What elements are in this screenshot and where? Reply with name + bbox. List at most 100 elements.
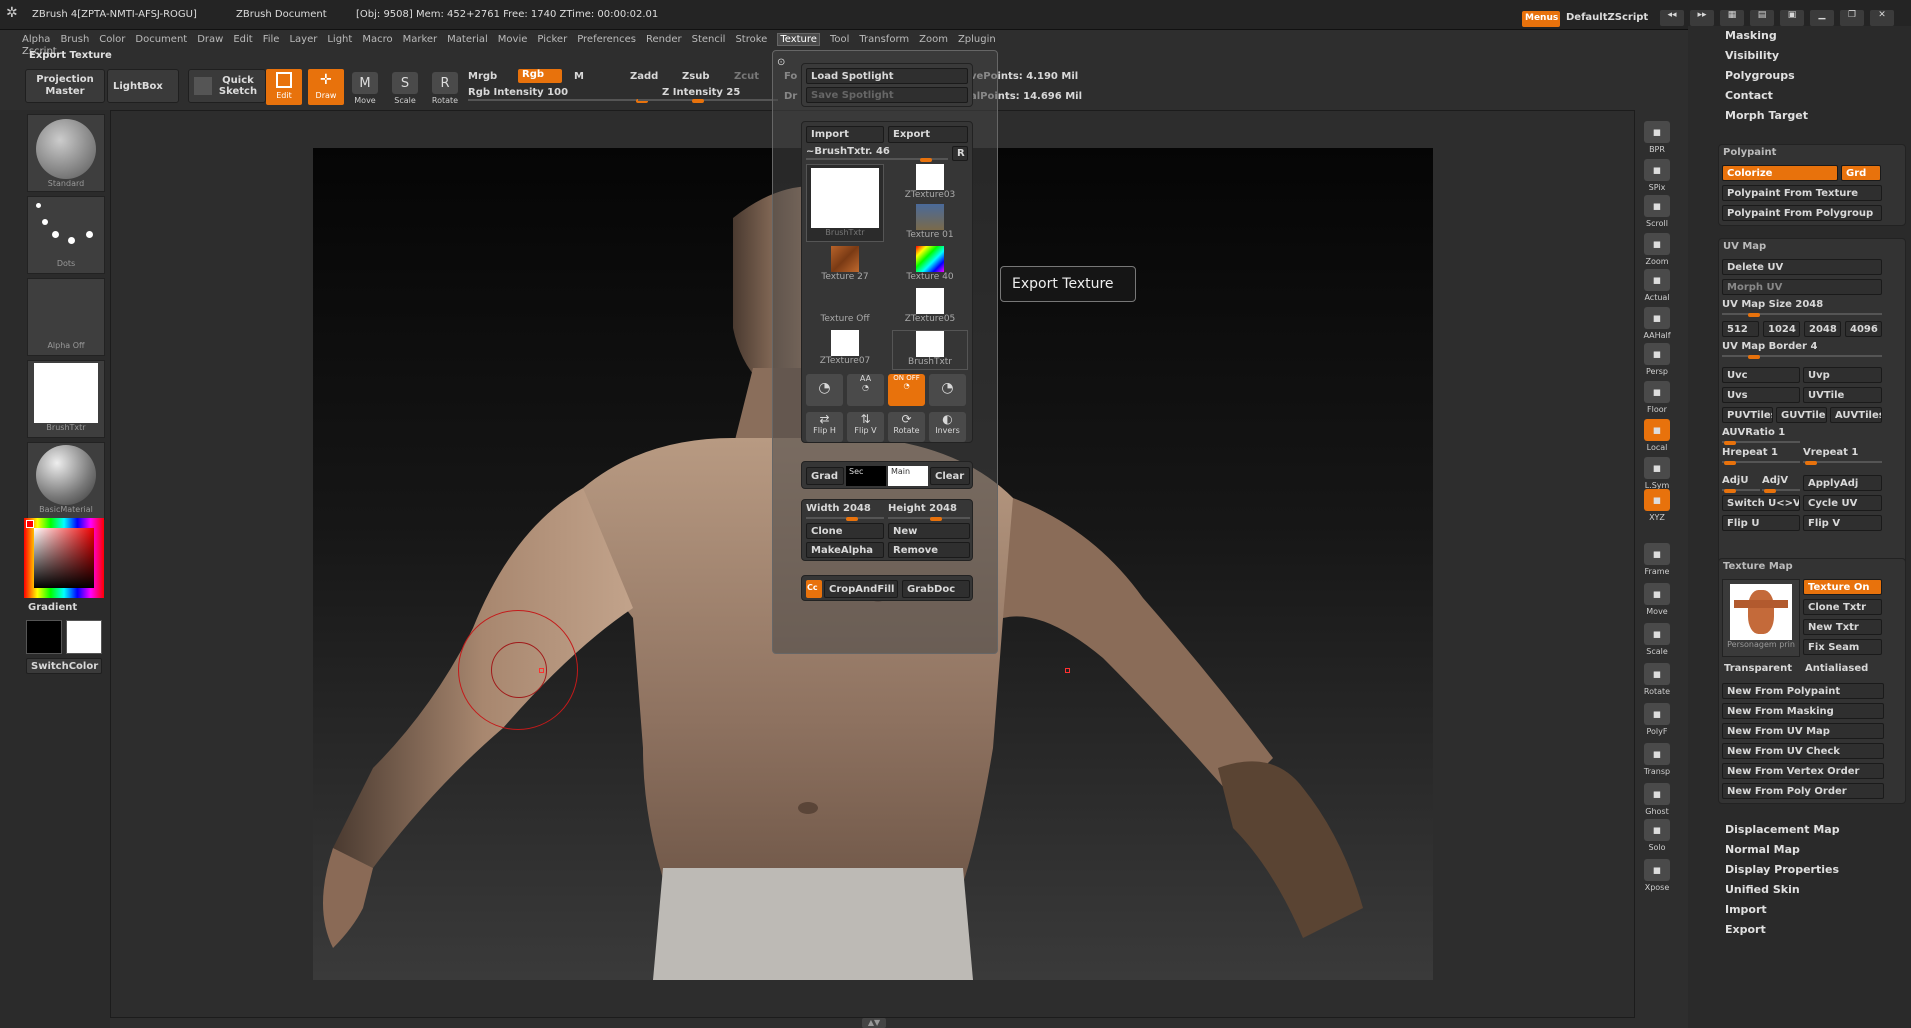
height-slider[interactable]: Height 2048 <box>888 503 970 521</box>
arrows-right-icon[interactable]: ▸▸ <box>1690 10 1714 26</box>
clone-button[interactable]: Clone <box>806 523 884 539</box>
lightbox-button[interactable]: LightBox <box>107 69 179 103</box>
hrepeat-knob[interactable] <box>1724 461 1736 465</box>
onoff-mode-icon[interactable]: ON OFF ◔ <box>888 374 925 406</box>
view-bpr-button[interactable]: ▪ BPR <box>1640 118 1674 154</box>
new-from-poly-order-button[interactable]: New From Poly Order <box>1722 783 1884 799</box>
menu-texture[interactable]: Texture <box>777 33 820 46</box>
lock-icon[interactable]: ▣ <box>1780 10 1804 26</box>
layout-icon[interactable]: ▦ <box>1720 10 1744 26</box>
remove-button[interactable]: Remove <box>888 542 970 558</box>
rgb-intensity-slider[interactable]: Rgb Intensity 100 <box>468 87 648 103</box>
menu-preferences[interactable]: Preferences <box>577 34 636 45</box>
new-from-vertex-order-button[interactable]: New From Vertex Order <box>1722 763 1884 779</box>
texture-on-button[interactable]: Texture On <box>1803 579 1882 595</box>
z-intensity-slider[interactable]: Z Intensity 25 <box>638 87 778 103</box>
new-button[interactable]: New <box>888 523 970 539</box>
menu-transform[interactable]: Transform <box>859 34 909 45</box>
zsub-toggle[interactable]: Zsub <box>682 71 709 82</box>
r-button[interactable]: R <box>952 146 968 161</box>
auvratio-knob[interactable] <box>1724 441 1736 445</box>
material-thumb[interactable]: BasicMaterial <box>27 442 105 520</box>
secondary-color-swatch[interactable] <box>66 620 102 654</box>
auvratio-slider[interactable]: AUVRatio 1 <box>1722 427 1800 445</box>
menu-tool[interactable]: Tool <box>830 34 849 45</box>
view-aahalf-button[interactable]: ▪ AAHalf <box>1640 304 1674 340</box>
view-frame-button[interactable]: ▪ Frame <box>1640 540 1674 576</box>
uvtile-button[interactable]: UVTile <box>1803 387 1882 403</box>
sec-color-swatch[interactable]: Sec <box>846 466 886 486</box>
texture-thumb-brushtxtr-2[interactable]: BrushTxtr <box>892 330 968 370</box>
menu-light[interactable]: Light <box>327 34 352 45</box>
arrows-left-icon[interactable]: ◂◂ <box>1660 10 1684 26</box>
uv-size-512-button[interactable]: 512 <box>1722 321 1759 337</box>
auvtiles-button[interactable]: AUVTiles <box>1830 407 1882 423</box>
flip-v-uv-button[interactable]: Flip V <box>1803 515 1882 531</box>
texture-thumb-ztexture03[interactable]: ZTexture03 <box>892 164 968 202</box>
subpalette-morph-target[interactable]: Morph Target <box>1725 106 1905 126</box>
subpalette-unified-skin[interactable]: Unified Skin <box>1725 880 1905 900</box>
m-toggle[interactable]: M <box>574 71 584 82</box>
grad-button[interactable]: Grad <box>806 467 844 485</box>
cycle-uv-button[interactable]: Cycle UV <box>1803 495 1882 511</box>
new-from-polypaint-button[interactable]: New From Polypaint <box>1722 683 1884 699</box>
view-solo-button[interactable]: ▪ Solo <box>1640 816 1674 852</box>
grab-doc-button[interactable]: GrabDoc <box>902 580 970 598</box>
brush-texture-knob[interactable] <box>920 158 932 162</box>
uv-map-size-knob[interactable] <box>1748 313 1760 317</box>
texture-thumb-texture27[interactable]: Texture 27 <box>806 246 884 286</box>
mrgb-toggle[interactable]: Mrgb <box>468 71 497 82</box>
pin-icon[interactable]: ⊙ <box>777 57 785 68</box>
menus-button[interactable]: Menus <box>1522 11 1560 27</box>
view-polyf-button[interactable]: ▪ PolyF <box>1640 700 1674 736</box>
subpalette-display-properties[interactable]: Display Properties <box>1725 860 1905 880</box>
switch-color-button[interactable]: SwitchColor <box>26 658 102 674</box>
texture-thumb-texture01[interactable]: Texture 01 <box>892 204 968 242</box>
new-from-uv-check-button[interactable]: New From UV Check <box>1722 743 1884 759</box>
minimize-icon[interactable]: ▁ <box>1810 10 1834 26</box>
height-knob[interactable] <box>930 517 942 521</box>
width-slider[interactable]: Width 2048 <box>806 503 884 521</box>
view-xpose-button[interactable]: ▪ Xpose <box>1640 856 1674 892</box>
make-alpha-button[interactable]: MakeAlpha <box>806 542 884 558</box>
morph-uv-button[interactable]: Morph UV <box>1722 279 1882 295</box>
export-button[interactable]: Export <box>888 126 968 143</box>
subpalette-polygroups[interactable]: Polygroups <box>1725 66 1905 86</box>
polypaint-from-polygroup-button[interactable]: Polypaint From Polygroup <box>1722 205 1882 221</box>
menu-picker[interactable]: Picker <box>537 34 567 45</box>
menu-draw[interactable]: Draw <box>197 34 223 45</box>
uvp-button[interactable]: Uvp <box>1803 367 1882 383</box>
projection-master-button[interactable]: Projection Master <box>25 69 105 103</box>
view-transp-button[interactable]: ▪ Transp <box>1640 740 1674 776</box>
view-rotate-button[interactable]: ▪ Rotate <box>1640 660 1674 696</box>
guvtiles-button[interactable]: GUVTiles <box>1776 407 1827 423</box>
gauge-mode-icon[interactable]: ◔ <box>806 374 843 406</box>
load-spotlight-button[interactable]: Load Spotlight <box>806 68 968 84</box>
color-picker[interactable] <box>24 518 104 598</box>
texture-thumb[interactable]: BrushTxtr <box>27 360 105 438</box>
adju-slider[interactable]: AdjU <box>1722 475 1760 493</box>
clone-txtr-button[interactable]: Clone Txtr <box>1803 599 1882 615</box>
rotate-texture-button[interactable]: ⟳ Rotate <box>888 412 925 442</box>
new-from-masking-button[interactable]: New From Masking <box>1722 703 1884 719</box>
grd-button[interactable]: Grd <box>1841 165 1881 181</box>
main-color-swatch[interactable]: Main <box>888 466 928 486</box>
aa-mode-icon[interactable]: AA ◔ <box>847 374 884 406</box>
menu-document[interactable]: Document <box>135 34 187 45</box>
texture-map-thumb[interactable]: Personagem prin <box>1722 579 1800 657</box>
brush-thumb[interactable]: Standard <box>27 114 105 192</box>
view-persp-button[interactable]: ▪ Persp <box>1640 340 1674 376</box>
menu-file[interactable]: File <box>263 34 280 45</box>
view-spix-button[interactable]: ▪ SPix <box>1640 156 1674 192</box>
uvc-button[interactable]: Uvc <box>1722 367 1800 383</box>
subpalette-contact[interactable]: Contact <box>1725 86 1905 106</box>
texture-thumb-ztexture07[interactable]: ZTexture07 <box>806 330 884 370</box>
uvs-button[interactable]: Uvs <box>1722 387 1800 403</box>
uv-size-2048-button[interactable]: 2048 <box>1804 321 1841 337</box>
wave-mode-icon[interactable]: ◔ <box>929 374 966 406</box>
import-button[interactable]: Import <box>806 126 884 143</box>
fix-seam-button[interactable]: Fix Seam <box>1803 639 1882 655</box>
close-icon[interactable]: ✕ <box>1870 10 1894 26</box>
menu-stroke[interactable]: Stroke <box>735 34 767 45</box>
menu-movie[interactable]: Movie <box>498 34 528 45</box>
